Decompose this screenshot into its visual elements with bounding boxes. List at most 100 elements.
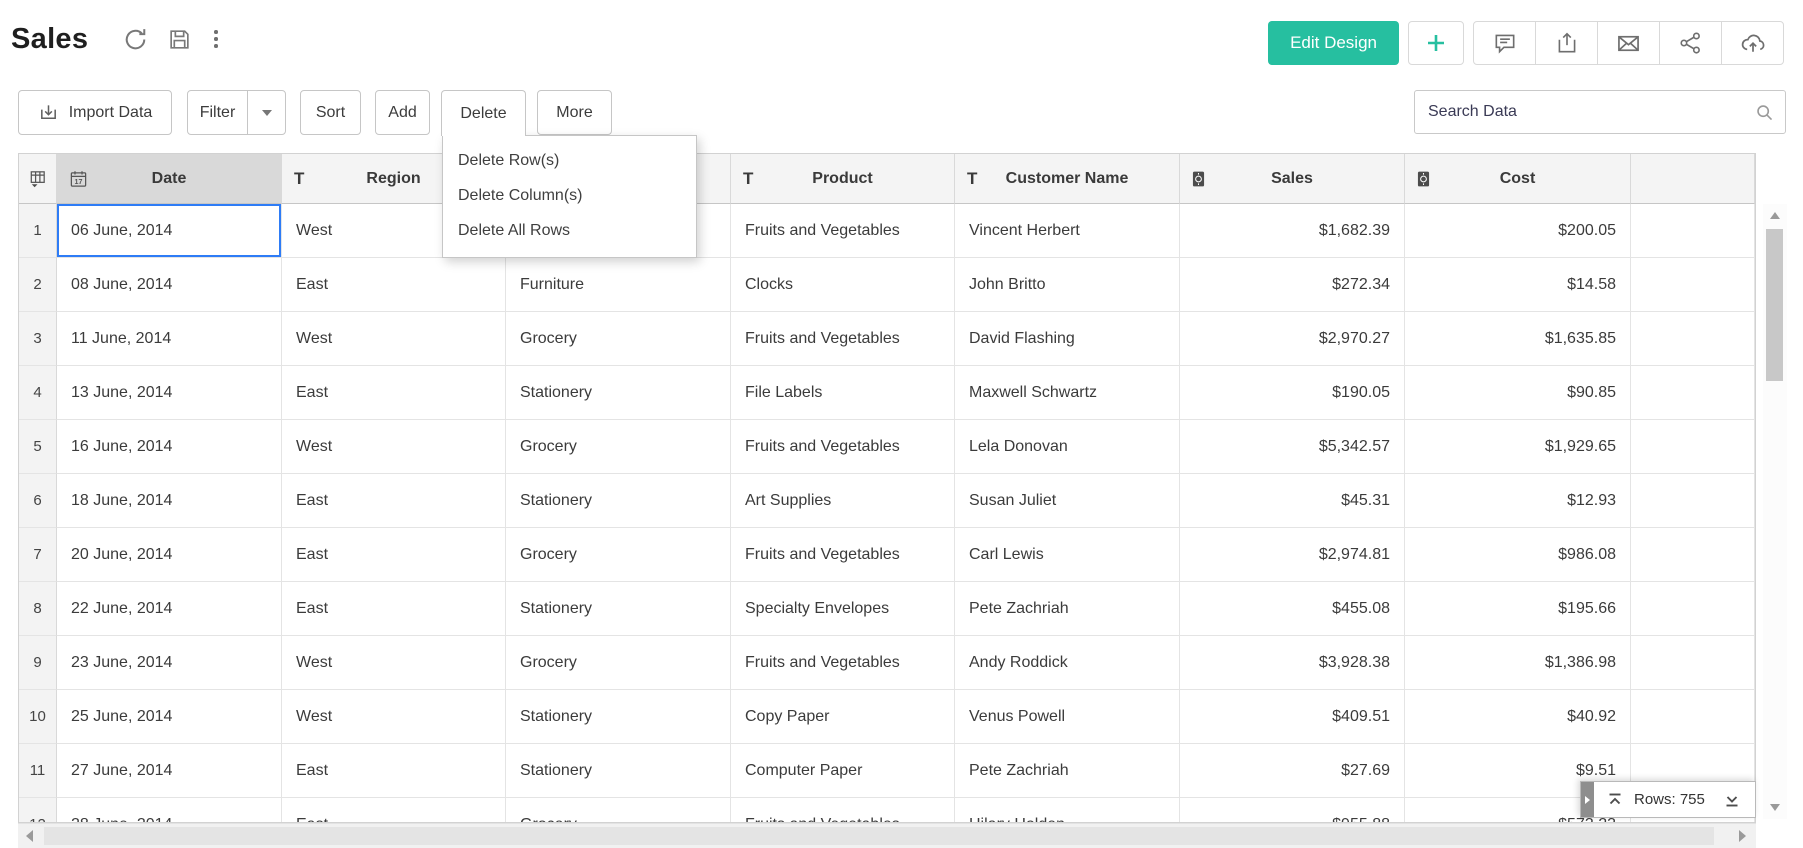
cell[interactable]: $195.66 <box>1405 582 1631 636</box>
cell[interactable]: Fruits and Vegetables <box>731 798 955 823</box>
cell-empty[interactable] <box>1631 204 1755 258</box>
cell-empty[interactable] <box>1631 366 1755 420</box>
cell[interactable]: Grocery <box>506 798 731 823</box>
cell[interactable]: $986.08 <box>1405 528 1631 582</box>
cell[interactable]: 27 June, 2014 <box>57 744 282 798</box>
cell[interactable]: Hilary Holden <box>955 798 1180 823</box>
cell[interactable]: Stationery <box>506 690 731 744</box>
cell[interactable]: Art Supplies <box>731 474 955 528</box>
cell[interactable]: Furniture <box>506 258 731 312</box>
email-button[interactable] <box>1597 21 1660 65</box>
export-button[interactable] <box>1535 21 1598 65</box>
cell[interactable]: 18 June, 2014 <box>57 474 282 528</box>
cell[interactable]: 25 June, 2014 <box>57 690 282 744</box>
cell[interactable]: $409.51 <box>1180 690 1405 744</box>
cell[interactable]: Grocery <box>506 636 731 690</box>
cell[interactable]: Carl Lewis <box>955 528 1180 582</box>
cell[interactable]: East <box>282 798 506 823</box>
cell-empty[interactable] <box>1631 420 1755 474</box>
cell-empty[interactable] <box>1631 690 1755 744</box>
cell[interactable]: Stationery <box>506 744 731 798</box>
cell[interactable]: Fruits and Vegetables <box>731 420 955 474</box>
cell[interactable]: $455.08 <box>1180 582 1405 636</box>
cell[interactable]: $1,635.85 <box>1405 312 1631 366</box>
row-number[interactable]: 6 <box>19 474 57 528</box>
row-number[interactable]: 11 <box>19 744 57 798</box>
row-number[interactable]: 10 <box>19 690 57 744</box>
row-number[interactable]: 12 <box>19 798 57 823</box>
more-options-button[interactable] <box>210 28 222 50</box>
cell[interactable]: 13 June, 2014 <box>57 366 282 420</box>
row-number[interactable]: 4 <box>19 366 57 420</box>
cell[interactable]: David Flashing <box>955 312 1180 366</box>
cell[interactable]: Stationery <box>506 474 731 528</box>
share-button[interactable] <box>1659 21 1722 65</box>
cell[interactable]: Copy Paper <box>731 690 955 744</box>
delete-menu-item[interactable]: Delete All Rows <box>443 213 696 248</box>
scroll-up-icon[interactable] <box>1770 212 1780 219</box>
row-number[interactable]: 9 <box>19 636 57 690</box>
cell[interactable]: $955.88 <box>1180 798 1405 823</box>
cell[interactable]: $2,974.81 <box>1180 528 1405 582</box>
horizontal-scrollbar-thumb[interactable] <box>44 827 1714 845</box>
cell[interactable]: Susan Juliet <box>955 474 1180 528</box>
cell[interactable]: Clocks <box>731 258 955 312</box>
collapse-indicator-tab[interactable] <box>1581 782 1594 817</box>
cell-empty[interactable] <box>1631 312 1755 366</box>
jump-to-bottom-button[interactable] <box>1719 791 1745 809</box>
cell[interactable]: West <box>282 312 506 366</box>
cell[interactable]: $1,386.98 <box>1405 636 1631 690</box>
cell-empty[interactable] <box>1631 582 1755 636</box>
cell[interactable]: Specialty Envelopes <box>731 582 955 636</box>
cell-empty[interactable] <box>1631 258 1755 312</box>
cell[interactable]: Pete Zachriah <box>955 744 1180 798</box>
row-number[interactable]: 7 <box>19 528 57 582</box>
cell[interactable]: $3,928.38 <box>1180 636 1405 690</box>
cell[interactable]: $2,970.27 <box>1180 312 1405 366</box>
edit-design-button[interactable]: Edit Design <box>1268 21 1399 65</box>
cell[interactable]: Computer Paper <box>731 744 955 798</box>
column-header-customer-name[interactable]: TCustomer Name <box>955 154 1180 204</box>
cell[interactable]: 06 June, 2014 <box>57 204 282 258</box>
cell[interactable]: West <box>282 420 506 474</box>
import-data-button[interactable]: Import Data <box>18 90 172 135</box>
cell[interactable]: $1,682.39 <box>1180 204 1405 258</box>
cell[interactable]: Maxwell Schwartz <box>955 366 1180 420</box>
select-all-cell[interactable] <box>19 154 57 204</box>
scroll-left-icon[interactable] <box>26 830 33 842</box>
row-number[interactable]: 1 <box>19 204 57 258</box>
scroll-down-icon[interactable] <box>1770 804 1780 811</box>
cell[interactable]: $272.34 <box>1180 258 1405 312</box>
vertical-scrollbar-thumb[interactable] <box>1766 229 1783 381</box>
cell[interactable]: Fruits and Vegetables <box>731 312 955 366</box>
cell[interactable]: Grocery <box>506 312 731 366</box>
cell[interactable]: $1,929.65 <box>1405 420 1631 474</box>
more-button[interactable]: More <box>537 90 612 135</box>
cell[interactable]: East <box>282 366 506 420</box>
delete-button[interactable]: Delete <box>441 90 526 136</box>
jump-to-top-button[interactable] <box>1602 791 1628 809</box>
horizontal-scrollbar[interactable] <box>18 823 1756 848</box>
cell[interactable]: John Britto <box>955 258 1180 312</box>
row-number[interactable]: 3 <box>19 312 57 366</box>
cell[interactable]: West <box>282 690 506 744</box>
cell-empty[interactable] <box>1631 636 1755 690</box>
cell-empty[interactable] <box>1631 474 1755 528</box>
row-number[interactable]: 8 <box>19 582 57 636</box>
cell[interactable]: Grocery <box>506 420 731 474</box>
cell[interactable]: $27.69 <box>1180 744 1405 798</box>
column-header-date[interactable]: 17Date <box>57 154 282 204</box>
delete-menu-item[interactable]: Delete Row(s) <box>443 143 696 178</box>
cell[interactable]: File Labels <box>731 366 955 420</box>
cell[interactable]: Fruits and Vegetables <box>731 204 955 258</box>
cell-empty[interactable] <box>1631 528 1755 582</box>
cell[interactable]: Grocery <box>506 528 731 582</box>
cell[interactable]: West <box>282 636 506 690</box>
comments-button[interactable] <box>1473 21 1536 65</box>
column-header-cost[interactable]: Cost <box>1405 154 1631 204</box>
cell[interactable]: Fruits and Vegetables <box>731 636 955 690</box>
search-input[interactable] <box>1414 90 1786 134</box>
cell[interactable]: East <box>282 744 506 798</box>
cell[interactable]: Fruits and Vegetables <box>731 528 955 582</box>
cell[interactable]: $90.85 <box>1405 366 1631 420</box>
